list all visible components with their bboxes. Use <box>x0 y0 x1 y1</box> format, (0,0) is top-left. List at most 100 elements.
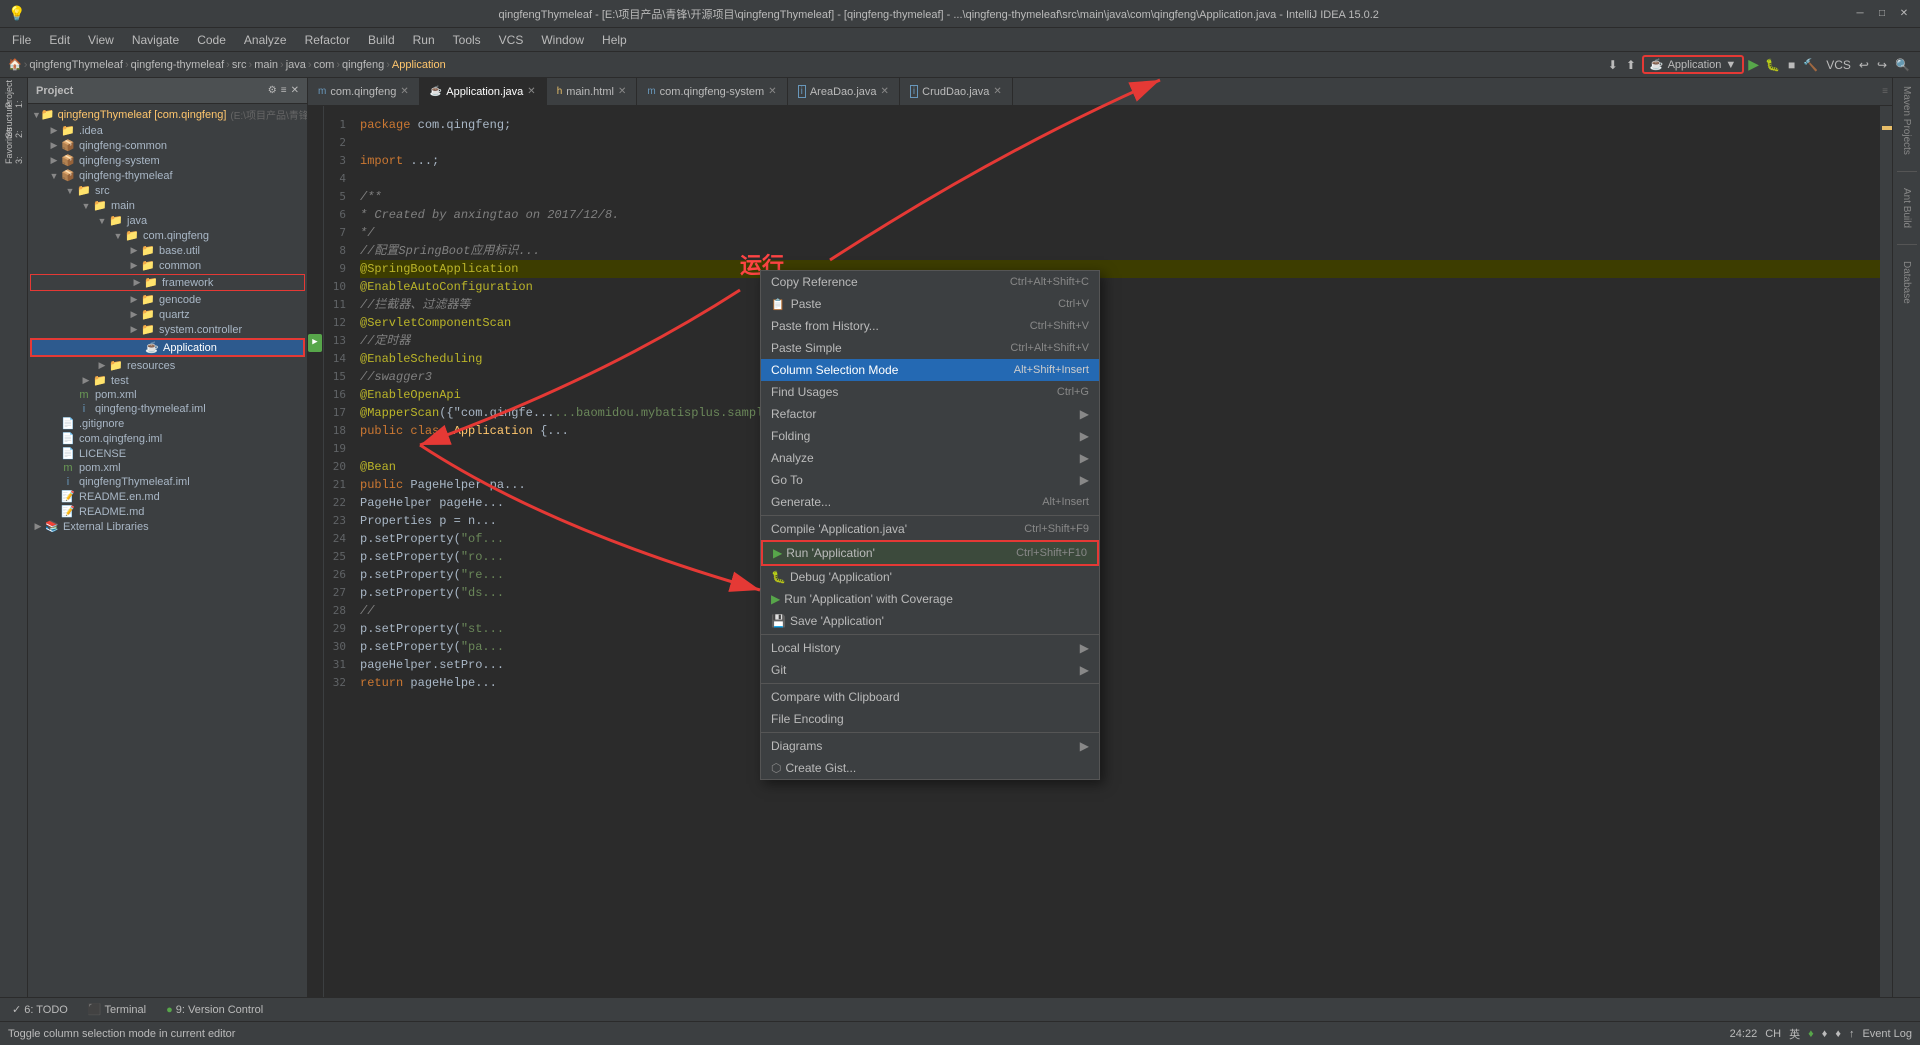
menu-edit[interactable]: Edit <box>41 31 78 49</box>
forward-button[interactable]: ↪ <box>1875 56 1889 74</box>
build-button[interactable]: 🔨 <box>1801 56 1820 74</box>
tree-item-application[interactable]: ☕ Application <box>30 338 305 357</box>
tree-item-quartz[interactable]: ▶ 📁 quartz <box>28 307 307 322</box>
close-button[interactable]: ✕ <box>1896 6 1912 22</box>
menu-analyze[interactable]: Analyze <box>236 31 295 49</box>
ctx-create-gist[interactable]: ⬡ Create Gist... <box>761 757 1099 779</box>
tab-version-control[interactable]: ● 9: Version Control <box>158 1002 271 1018</box>
bc-module[interactable]: qingfeng-thymeleaf <box>131 59 225 71</box>
project-panel-icon-1[interactable]: ⚙ <box>268 85 277 96</box>
ctx-goto[interactable]: Go To ▶ <box>761 469 1099 491</box>
tab-area-dao[interactable]: i AreaDao.java ✕ <box>788 78 900 105</box>
menu-run[interactable]: Run <box>405 31 443 49</box>
search-button[interactable]: 🔍 <box>1893 56 1912 74</box>
menu-refactor[interactable]: Refactor <box>297 31 358 49</box>
ctx-git[interactable]: Git ▶ <box>761 659 1099 681</box>
bc-application[interactable]: Application <box>392 59 446 71</box>
ctx-local-history[interactable]: Local History ▶ <box>761 637 1099 659</box>
ctx-debug-application[interactable]: 🐛 Debug 'Application' <box>761 566 1099 588</box>
database-tab[interactable]: Database <box>1899 257 1914 308</box>
ctx-paste-history[interactable]: Paste from History... Ctrl+Shift+V <box>761 315 1099 337</box>
ctx-analyze[interactable]: Analyze ▶ <box>761 447 1099 469</box>
tree-item-base-util[interactable]: ▶ 📁 base.util <box>28 243 307 258</box>
bc-src[interactable]: src <box>232 59 247 71</box>
tab-main-html[interactable]: h main.html ✕ <box>547 78 638 105</box>
tree-item-license[interactable]: 📄 LICENSE <box>28 446 307 461</box>
ctx-file-encoding[interactable]: File Encoding <box>761 708 1099 730</box>
tree-item-pom[interactable]: m pom.xml <box>28 388 307 402</box>
ctx-paste-simple[interactable]: Paste Simple Ctrl+Alt+Shift+V <box>761 337 1099 359</box>
editor-tabs-menu[interactable]: ≡ <box>1882 86 1888 97</box>
language-indicator[interactable]: 英 <box>1789 1026 1800 1042</box>
ctx-refactor[interactable]: Refactor ▶ <box>761 403 1099 425</box>
tree-item-com-qingfeng[interactable]: ▼ 📁 com.qingfeng <box>28 228 307 243</box>
menu-code[interactable]: Code <box>189 31 234 49</box>
ctx-save-application[interactable]: 💾 Save 'Application' <box>761 610 1099 632</box>
tree-item-common[interactable]: ▶ 📦 qingfeng-common <box>28 138 307 153</box>
tab-application-java[interactable]: ☕ Application.java ✕ <box>420 78 547 105</box>
event-log-label[interactable]: Event Log <box>1862 1028 1912 1040</box>
menu-help[interactable]: Help <box>594 31 635 49</box>
tab-todo[interactable]: ✓ 6: TODO <box>4 1001 76 1018</box>
menu-build[interactable]: Build <box>360 31 403 49</box>
tree-item-common2[interactable]: ▶ 📁 common <box>28 258 307 273</box>
run-gutter-icon[interactable]: ▶ <box>308 334 322 352</box>
ctx-run-application[interactable]: ▶ Run 'Application' Ctrl+Shift+F10 <box>761 540 1099 566</box>
back-button[interactable]: ↩ <box>1857 56 1871 74</box>
tree-item-system-controller[interactable]: ▶ 📁 system.controller <box>28 322 307 337</box>
ctx-find-usages[interactable]: Find Usages Ctrl+G <box>761 381 1099 403</box>
bc-main[interactable]: main <box>254 59 278 71</box>
toolbar-icon-2[interactable]: ⬆ <box>1624 56 1638 74</box>
project-panel-icon-3[interactable]: ✕ <box>291 85 299 96</box>
bc-project[interactable]: qingfengThymeleaf <box>29 59 123 71</box>
ctx-folding[interactable]: Folding ▶ <box>761 425 1099 447</box>
tree-item-gitignore[interactable]: 📄 .gitignore <box>28 416 307 431</box>
tree-item-readme-en[interactable]: 📝 README.en.md <box>28 489 307 504</box>
maximize-button[interactable]: □ <box>1874 6 1890 22</box>
code-editor[interactable]: ▶ 12345 678910 1112131415 1617181920 212… <box>308 106 1892 997</box>
bc-com[interactable]: com <box>314 59 335 71</box>
menu-view[interactable]: View <box>80 31 122 49</box>
minimize-button[interactable]: ─ <box>1852 6 1868 22</box>
tree-item-framework[interactable]: ▶ 📁 framework <box>30 274 305 291</box>
bc-root[interactable]: 🏠 <box>8 58 22 71</box>
menu-file[interactable]: File <box>4 31 39 49</box>
tab-crud-dao[interactable]: i CrudDao.java ✕ <box>900 78 1013 105</box>
tree-item-iml[interactable]: i qingfeng-thymeleaf.iml <box>28 402 307 416</box>
menu-window[interactable]: Window <box>533 31 592 49</box>
tree-item-pom2[interactable]: m pom.xml <box>28 461 307 475</box>
tree-item-gencode[interactable]: ▶ 📁 gencode <box>28 292 307 307</box>
menu-navigate[interactable]: Navigate <box>124 31 187 49</box>
ctx-compare-clipboard[interactable]: Compare with Clipboard <box>761 686 1099 708</box>
debug-button[interactable]: 🐛 <box>1763 56 1782 74</box>
menu-tools[interactable]: Tools <box>445 31 489 49</box>
encoding-indicator[interactable]: CH <box>1765 1028 1781 1040</box>
tab-com-qingfeng[interactable]: m com.qingfeng ✕ <box>308 78 420 105</box>
sidebar-favorites-tab[interactable]: 3: Favorites <box>2 134 26 158</box>
ctx-run-coverage[interactable]: ▶ Run 'Application' with Coverage <box>761 588 1099 610</box>
tree-item-java[interactable]: ▼ 📁 java <box>28 213 307 228</box>
tree-item-root-iml[interactable]: i qingfengThymeleaf.iml <box>28 475 307 489</box>
tree-item-readme[interactable]: 📝 README.md <box>28 504 307 519</box>
tree-item-thymeleaf[interactable]: ▼ 📦 qingfeng-thymeleaf <box>28 168 307 183</box>
tree-item-idea[interactable]: ▶ 📁 .idea <box>28 123 307 138</box>
tree-item-com-iml[interactable]: 📄 com.qingfeng.iml <box>28 431 307 446</box>
stop-button[interactable]: ■ <box>1786 56 1797 74</box>
tab-terminal[interactable]: ⬛ Terminal <box>80 1001 154 1018</box>
ctx-compile[interactable]: Compile 'Application.java' Ctrl+Shift+F9 <box>761 518 1099 540</box>
ctx-paste[interactable]: 📋 Paste Ctrl+V <box>761 293 1099 315</box>
tree-item-src[interactable]: ▼ 📁 src <box>28 183 307 198</box>
notification-icon[interactable]: ♦ <box>1822 1028 1828 1040</box>
tree-item-test[interactable]: ▶ 📁 test <box>28 373 307 388</box>
menu-vcs[interactable]: VCS <box>491 31 532 49</box>
update-icon[interactable]: ↑ <box>1849 1028 1855 1040</box>
run-button[interactable]: ▶ <box>1748 56 1759 73</box>
tree-item-main[interactable]: ▼ 📁 main <box>28 198 307 213</box>
run-config-dropdown[interactable]: ▼ <box>1725 59 1736 71</box>
bc-java[interactable]: java <box>286 59 306 71</box>
maven-projects-tab[interactable]: Maven Projects <box>1899 82 1914 159</box>
bc-qingfeng[interactable]: qingfeng <box>342 59 384 71</box>
tree-item-ext-libs[interactable]: ▶ 📚 External Libraries <box>28 519 307 534</box>
ctx-generate[interactable]: Generate... Alt+Insert <box>761 491 1099 513</box>
toolbar-icon-1[interactable]: ⬇ <box>1606 56 1620 74</box>
